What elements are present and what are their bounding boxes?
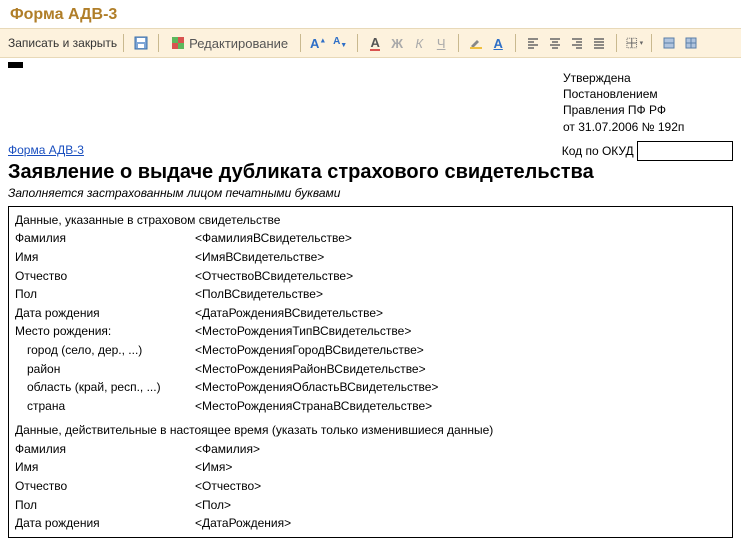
align-justify-icon[interactable] xyxy=(589,33,609,53)
bold-icon[interactable]: Ж xyxy=(387,33,407,53)
divider xyxy=(158,34,159,52)
field-label: Отчество xyxy=(15,267,195,286)
window-title: Форма АДВ-3 xyxy=(0,0,741,28)
approval-line: от 31.07.2006 № 192п xyxy=(563,119,733,135)
divider xyxy=(616,34,617,52)
field-value: <МестоРожденияСтранаВСвидетельстве> xyxy=(195,397,432,416)
field-label: город (село, дер., ...) xyxy=(15,341,195,360)
edit-mode-label: Редактирование xyxy=(189,37,288,50)
underline-icon[interactable]: Ч xyxy=(431,33,451,53)
font-decrease-icon[interactable]: A▼ xyxy=(330,33,350,53)
field-value: <МестоРожденияГородВСвидетельстве> xyxy=(195,341,424,360)
field-label: Имя xyxy=(15,458,195,477)
field-value: <ДатаРожденияВСвидетельстве> xyxy=(195,304,383,323)
section-header: Данные, действительные в настоящее время… xyxy=(15,421,726,440)
approval-line: Утверждена xyxy=(563,70,733,86)
field-value: <МестоРожденияТипВСвидетельстве> xyxy=(195,322,411,341)
save-close-button[interactable]: Записать и закрыть xyxy=(8,36,117,50)
align-center-icon[interactable] xyxy=(545,33,565,53)
italic-icon[interactable]: К xyxy=(409,33,429,53)
okud-label: Код по ОКУД xyxy=(562,144,634,158)
field-label: область (край, респ., ...) xyxy=(15,378,195,397)
divider xyxy=(458,34,459,52)
divider xyxy=(515,34,516,52)
doc-title: Заявление о выдаче дубликата страхового … xyxy=(8,161,733,184)
field-value: <ОтчествоВСвидетельстве> xyxy=(195,267,353,286)
field-value: <Фамилия> xyxy=(195,440,260,459)
field-label: страна xyxy=(15,397,195,416)
data-box: Данные, указанные в страховом свидетельс… xyxy=(8,206,733,538)
edit-mode-button[interactable]: Редактирование xyxy=(166,33,293,53)
section-header: Данные, указанные в страховом свидетельс… xyxy=(15,211,726,230)
align-left-icon[interactable] xyxy=(523,33,543,53)
approval-line: Постановлением xyxy=(563,86,733,102)
table-icon[interactable] xyxy=(681,33,701,53)
field-label: Место рождения: xyxy=(15,322,195,341)
field-value: <МестоРожденияОбластьВСвидетельстве> xyxy=(195,378,438,397)
font-color-icon[interactable]: A xyxy=(365,33,385,53)
cells-icon[interactable] xyxy=(659,33,679,53)
form-link[interactable]: Форма АДВ-3 xyxy=(8,143,84,157)
field-value: <Пол> xyxy=(195,496,231,515)
field-label: Пол xyxy=(15,496,195,515)
approval-block: Утверждена Постановлением Правления ПФ Р… xyxy=(563,70,733,135)
field-label: Дата рождения xyxy=(15,514,195,533)
doc-subtitle: Заполняется застрахованным лицом печатны… xyxy=(8,186,733,200)
field-label: Имя xyxy=(15,248,195,267)
borders-icon[interactable]: ▾ xyxy=(624,33,644,53)
divider xyxy=(300,34,301,52)
field-label: район xyxy=(15,360,195,379)
field-label: Фамилия xyxy=(15,440,195,459)
ruler-marker xyxy=(8,62,23,68)
field-value: <Отчество> xyxy=(195,477,261,496)
font-increase-icon[interactable]: A▲ xyxy=(308,33,328,53)
field-value: <ПолВСвидетельстве> xyxy=(195,285,323,304)
font-select-icon[interactable]: A xyxy=(488,33,508,53)
okud-input[interactable] xyxy=(637,141,733,161)
align-right-icon[interactable] xyxy=(567,33,587,53)
highlight-icon[interactable] xyxy=(466,33,486,53)
divider xyxy=(357,34,358,52)
field-value: <ФамилияВСвидетельстве> xyxy=(195,229,352,248)
field-label: Пол xyxy=(15,285,195,304)
approval-line: Правления ПФ РФ xyxy=(563,102,733,118)
field-value: <МестоРожденияРайонВСвидетельстве> xyxy=(195,360,426,379)
field-label: Дата рождения xyxy=(15,304,195,323)
field-value: <Имя> xyxy=(195,458,232,477)
field-label: Фамилия xyxy=(15,229,195,248)
field-value: <ДатаРождения> xyxy=(195,514,291,533)
field-value: <ИмяВСвидетельстве> xyxy=(195,248,324,267)
divider xyxy=(651,34,652,52)
save-icon[interactable] xyxy=(131,33,151,53)
toolbar: Записать и закрыть Редактирование A▲ A▼ … xyxy=(0,28,741,58)
field-label: Отчество xyxy=(15,477,195,496)
document-area: Утверждена Постановлением Правления ПФ Р… xyxy=(0,58,741,538)
divider xyxy=(123,34,124,52)
